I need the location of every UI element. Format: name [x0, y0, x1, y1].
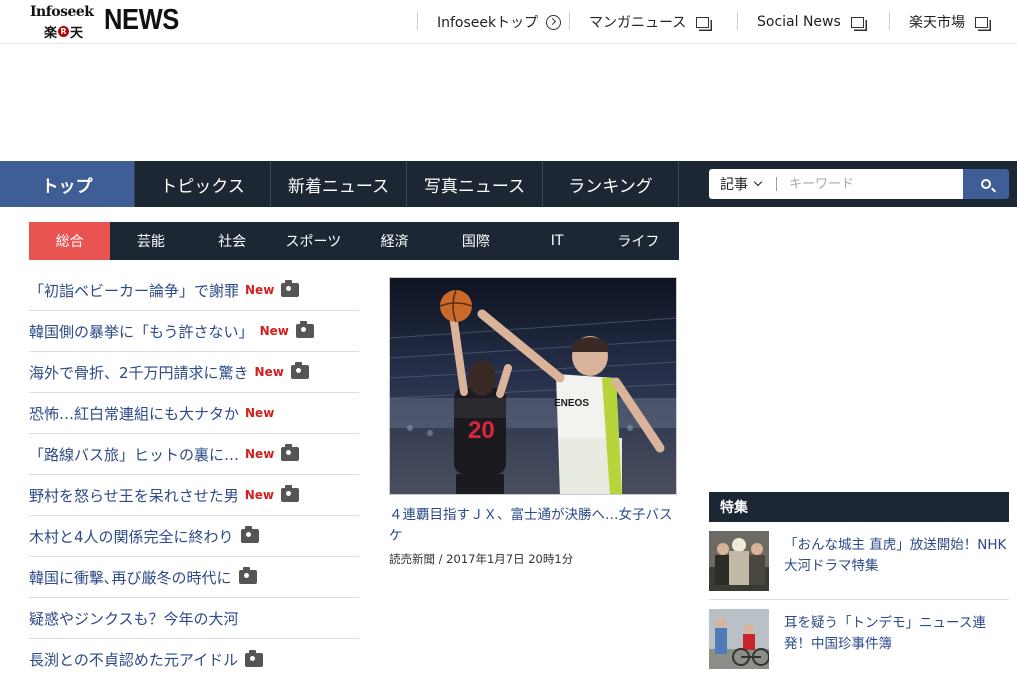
tab-entertainment[interactable]: 芸能 [110, 222, 191, 260]
logo-rakuten-text: 楽R天 [44, 22, 83, 41]
news-item-title: 韓国に衝撃､再び厳冬の時代に [29, 568, 232, 587]
news-item[interactable]: 長渕との不貞認めた元アイドル [29, 639, 359, 676]
search-type-label: 記事 [720, 177, 748, 193]
search-type-select[interactable]: 記事 [709, 169, 777, 199]
news-item-title: 恐怖…紅白常連組にも大ナタか [29, 404, 240, 423]
news-item-title: 木村と4人の関係完全に終わり [29, 527, 234, 546]
camera-icon [281, 280, 300, 297]
news-item[interactable]: 疑惑やジンクスも？今年の大河 [29, 598, 359, 639]
header-link-social-news[interactable]: Social News [737, 0, 889, 44]
camera-icon [240, 526, 259, 543]
news-item-title: 長渕との不貞認めた元アイドル [29, 651, 239, 669]
special-item[interactable]: 耳を疑う「トンデモ」ニュース連発！中国珍事件簿 [709, 600, 1009, 676]
camera-icon [245, 649, 264, 667]
new-badge: New [245, 283, 275, 297]
camera-icon [295, 321, 314, 338]
header-link-rakuten-ichiba[interactable]: 楽天市場 [889, 0, 1017, 44]
news-item-title: 「路線バス旅」ヒットの裏に… [29, 445, 240, 464]
news-item[interactable]: 木村と4人の関係完全に終わり [29, 516, 359, 557]
header-link-label: マンガニュース [589, 15, 687, 31]
search-icon [981, 179, 991, 189]
tab-life[interactable]: ライフ [598, 222, 679, 260]
new-badge: New [254, 365, 284, 379]
news-item-title: 韓国側の暴挙に「もう許さない」 [29, 322, 254, 341]
nav-item-top[interactable]: トップ [0, 161, 135, 207]
tab-international[interactable]: 国際 [435, 222, 516, 260]
special-section: 特集 「おんな城主 直虎」放送開始！NHK大河ドラマ特集 耳を疑う「トンデモ」ニ… [709, 492, 1009, 676]
new-window-icon [850, 16, 864, 28]
header-link-manga-news[interactable]: マンガニュース [569, 0, 737, 44]
tab-general[interactable]: 総合 [29, 222, 111, 260]
nav-item-ranking[interactable]: ランキング [543, 161, 679, 207]
news-item[interactable]: 海外で骨折、2千万円請求に驚き New [29, 352, 359, 393]
search-input[interactable] [777, 169, 963, 199]
camera-icon [280, 485, 299, 502]
special-item[interactable]: 「おんな城主 直虎」放送開始！NHK大河ドラマ特集 [709, 522, 1009, 600]
camera-icon [290, 362, 309, 379]
special-thumbnail [709, 531, 769, 591]
nav-item-topics[interactable]: トピックス [135, 161, 271, 207]
logo-news-text: NEWS [104, 4, 179, 36]
jersey-number-left: 20 [468, 417, 495, 444]
nav-item-photo-news[interactable]: 写真ニュース [407, 161, 543, 207]
nav-item-latest-news[interactable]: 新着ニュース [271, 161, 407, 207]
logo-rakuten-right: 天 [70, 26, 84, 41]
camera-icon [238, 567, 257, 584]
news-item-title: 海外で骨折、2千万円請求に驚き [29, 363, 249, 382]
header-link-infoseek-top[interactable]: Infoseekトップ [417, 0, 569, 44]
special-item-title: 「おんな城主 直虎」放送開始！NHK大河ドラマ特集 [784, 537, 1007, 574]
feature-source-date: 読売新聞 / 2017年1月7日 20時1分 [389, 552, 574, 566]
arrow-circle-icon [546, 14, 562, 30]
tab-society[interactable]: 社会 [192, 222, 273, 260]
header-link-label: 楽天市場 [909, 15, 965, 31]
tab-economy[interactable]: 経済 [354, 222, 435, 260]
header-links: Infoseekトップ マンガニュース Social News 楽天市場 [417, 0, 1017, 44]
news-item[interactable]: 野村を怒らせ王を呆れさせた男 New [29, 475, 359, 516]
feature-photo[interactable]: 20 ENEOS [389, 277, 677, 495]
news-item-title: 疑惑やジンクスも？今年の大河 [29, 609, 239, 628]
logo-infoseek-text: Infoseek [30, 4, 94, 20]
chevron-down-icon [753, 177, 763, 187]
news-item[interactable]: 恐怖…紅白常連組にも大ナタか New [29, 393, 359, 434]
new-badge: New [244, 488, 274, 502]
news-item[interactable]: 「路線バス旅」ヒットの裏に… New [29, 434, 359, 475]
search-bar: 記事 [709, 169, 1009, 199]
special-thumbnail [709, 609, 769, 669]
news-item[interactable]: 「初詣ベビーカー論争」で謝罪 New [29, 270, 359, 311]
news-item[interactable]: 韓国に衝撃､再び厳冬の時代に [29, 557, 359, 598]
new-window-icon [696, 16, 710, 28]
header-link-label: Infoseekトップ [437, 15, 539, 31]
tab-sports[interactable]: スポーツ [273, 222, 354, 260]
jersey-text-right: ENEOS [554, 398, 589, 409]
camera-icon [281, 444, 300, 461]
feature-headline[interactable]: ４連覇目指すＪＸ、富士通が決勝へ…女子バスケ [389, 505, 679, 547]
basketball-photo-illustration: 20 ENEOS [390, 278, 676, 494]
new-badge: New [245, 406, 275, 420]
category-tabs: 総合 芸能 社会 スポーツ 経済 国際 IT ライフ [29, 222, 679, 260]
site-header: Infoseek 楽R天 NEWS Infoseekトップ マンガニュース So… [0, 0, 1017, 44]
news-item-title: 「初詣ベビーカー論争」で謝罪 [29, 281, 240, 300]
main-nav: トップ トピックス 新着ニュース 写真ニュース ランキング 記事 [0, 161, 1017, 207]
new-window-icon [975, 16, 988, 28]
logo-rakuten-left: 楽 [44, 26, 58, 41]
new-badge: New [259, 324, 289, 338]
header-link-label: Social News [757, 14, 841, 30]
feature-story: 20 ENEOS ４連覇目指すＪＸ、富士通が決勝へ…女子バスケ 読売新聞 / 2… [389, 277, 679, 567]
search-button[interactable] [963, 169, 1009, 199]
tab-it[interactable]: IT [517, 222, 598, 260]
logo-rakuten-r: R [58, 26, 70, 37]
new-badge: New [245, 447, 275, 461]
news-item[interactable]: 韓国側の暴挙に「もう許さない」 New [29, 311, 359, 352]
special-heading: 特集 [709, 492, 1009, 522]
special-item-title: 耳を疑う「トンデモ」ニュース連発！中国珍事件簿 [784, 615, 986, 652]
news-item-title: 野村を怒らせ王を呆れさせた男 [29, 486, 239, 505]
news-list: 「初詣ベビーカー論争」で謝罪 New 韓国側の暴挙に「もう許さない」 New 海… [29, 270, 359, 676]
